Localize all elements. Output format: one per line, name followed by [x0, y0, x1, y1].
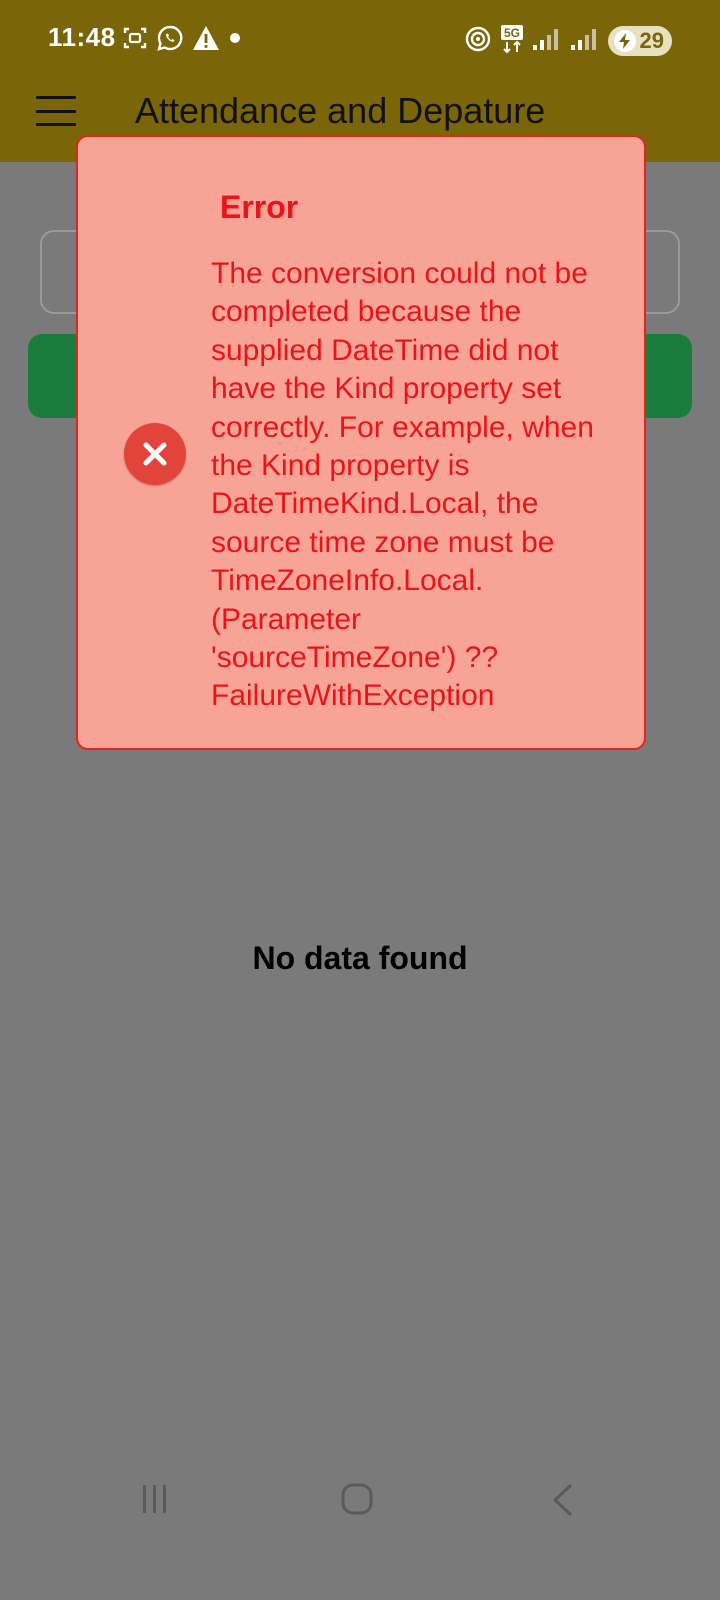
signal-strength-icon: [532, 27, 562, 51]
status-icons-left: [122, 24, 242, 52]
warning-icon: [192, 25, 220, 51]
error-icon: [124, 423, 186, 485]
dialog-title: Error: [220, 189, 299, 225]
home-icon[interactable]: [340, 1482, 374, 1521]
hotspot-icon: [464, 25, 492, 53]
network-5g-icon: 5G: [500, 24, 524, 54]
network-label: 5G: [504, 26, 520, 40]
status-icons-right: 5G: [464, 24, 600, 54]
recents-icon[interactable]: [141, 1484, 169, 1519]
charging-bolt-icon: [613, 30, 636, 52]
status-time: 11:48: [48, 22, 116, 52]
error-dialog[interactable]: Error The conversion could not be comple…: [76, 135, 646, 750]
battery-indicator: 29: [607, 26, 672, 56]
signal-strength-icon-2: [570, 27, 600, 51]
battery-level: 29: [639, 28, 664, 53]
back-icon[interactable]: [550, 1483, 574, 1522]
whatsapp-icon: [156, 24, 184, 52]
page-title: Attendance and Depature: [135, 90, 546, 131]
menu-icon[interactable]: [36, 96, 76, 126]
empty-state-message: No data found: [252, 940, 468, 976]
screenshot-icon: [122, 25, 148, 51]
notification-dot-icon: [228, 31, 242, 45]
dialog-message: The conversion could not be completed be…: [211, 257, 594, 713]
